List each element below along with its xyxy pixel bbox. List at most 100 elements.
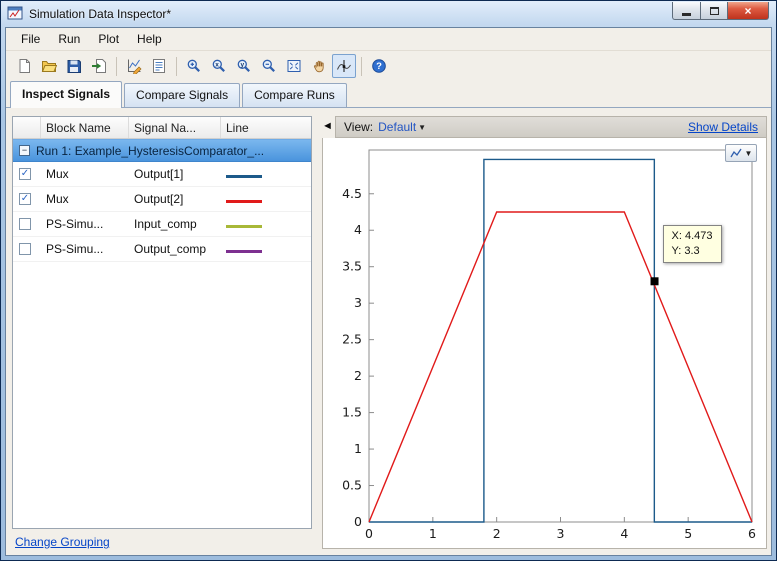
signal-name-cell: Output_comp: [134, 242, 207, 256]
collapse-expander-icon[interactable]: −: [19, 145, 30, 156]
svg-text:4: 4: [354, 222, 362, 237]
signal-plot[interactable]: 0 1 2 3 4 5 6 0 0.5 1 1.5 2 2.5 3 3.5 4 4.5: [323, 138, 766, 548]
open-button[interactable]: [37, 54, 61, 78]
chevron-down-icon: ▼: [744, 148, 753, 158]
menu-bar: File Run Plot Help: [6, 28, 771, 51]
svg-text:0: 0: [365, 526, 373, 541]
line-swatch[interactable]: [226, 175, 262, 178]
title-bar: Simulation Data Inspector* ×: [5, 1, 772, 27]
table-row[interactable]: ✓ Mux Output[2]: [13, 187, 311, 212]
tooltip-y-value: Y: 3.3: [671, 245, 700, 258]
line-swatch[interactable]: [226, 250, 262, 253]
report-button[interactable]: [147, 54, 171, 78]
signal-list-column: Block Name Signal Na... Line − Run 1: Ex…: [12, 116, 312, 549]
minimize-button[interactable]: [672, 2, 700, 20]
view-dropdown-value: Default: [378, 120, 417, 134]
menu-help[interactable]: Help: [128, 29, 171, 49]
line-swatch[interactable]: [226, 225, 262, 228]
window: Simulation Data Inspector* × File Run Plot…: [0, 0, 777, 561]
signal-checkbox[interactable]: [19, 218, 31, 230]
import-icon: [92, 59, 106, 73]
signal-name-cell: Output[1]: [134, 167, 184, 181]
view-label: View:: [344, 120, 374, 134]
tab-compare-runs[interactable]: Compare Runs: [242, 83, 347, 107]
svg-text:1: 1: [429, 526, 437, 541]
menu-plot[interactable]: Plot: [89, 29, 128, 49]
signal-rows: ✓ Mux Output[1] ✓ Mux Output[2] PS-Simu... Inpu…: [13, 162, 311, 262]
svg-text:2: 2: [354, 368, 362, 383]
maximize-button[interactable]: [700, 2, 727, 20]
svg-text:2.5: 2.5: [342, 332, 362, 347]
plot-type-button[interactable]: ▼: [725, 144, 757, 162]
data-cursor-button[interactable]: [332, 54, 356, 78]
svg-text:5: 5: [684, 526, 692, 541]
svg-text:4.5: 4.5: [342, 186, 362, 201]
signal-panel: Block Name Signal Na... Line − Run 1: Ex…: [12, 116, 312, 529]
signal-checkbox[interactable]: ✓: [19, 193, 31, 205]
fit-view-button[interactable]: [282, 54, 306, 78]
line-cell: [221, 217, 311, 231]
block-name-cell: PS-Simu...: [46, 217, 104, 231]
change-grouping-link[interactable]: Change Grouping: [15, 535, 110, 549]
line-swatch[interactable]: [226, 200, 262, 203]
toolbar: x y?: [6, 51, 771, 81]
help-button[interactable]: ?: [367, 54, 391, 78]
new-button[interactable]: [12, 54, 36, 78]
data-cursor-icon: [337, 60, 351, 72]
help-icon: ?: [372, 59, 386, 73]
save-icon: [67, 60, 81, 73]
block-name-cell: Mux: [46, 167, 69, 181]
menu-file[interactable]: File: [12, 29, 49, 49]
minimize-icon: [682, 12, 691, 16]
zoom-y-button[interactable]: y: [232, 54, 256, 78]
signal-name-cell: Input_comp: [134, 217, 197, 231]
run-row[interactable]: − Run 1: Example_HysteresisComparator_..…: [13, 139, 311, 162]
header-line[interactable]: Line: [221, 117, 311, 138]
svg-text:?: ?: [376, 61, 382, 72]
line-cell: [221, 167, 311, 181]
line-cell: [221, 192, 311, 206]
svg-text:3.5: 3.5: [342, 259, 362, 274]
svg-text:x: x: [215, 62, 219, 69]
tab-compare-signals[interactable]: Compare Signals: [124, 83, 241, 107]
svg-text:1.5: 1.5: [342, 405, 362, 420]
zoom-x-icon: x: [212, 59, 225, 72]
signal-checkbox[interactable]: ✓: [19, 168, 31, 180]
chart-area: 0 1 2 3 4 5 6 0 0.5 1 1.5 2 2.5 3 3.5 4 4.5 ▼ X: 4.473 Y…: [322, 138, 767, 549]
show-details-link[interactable]: Show Details: [688, 120, 758, 134]
toolbar-separator: [116, 56, 117, 76]
svg-text:0: 0: [354, 514, 362, 529]
view-dropdown[interactable]: Default ▼: [378, 120, 426, 134]
signal-checkbox[interactable]: [19, 243, 31, 255]
save-button[interactable]: [62, 54, 86, 78]
zoom-out-button[interactable]: [257, 54, 281, 78]
svg-text:y: y: [241, 62, 245, 69]
menu-run[interactable]: Run: [49, 29, 89, 49]
plot-edit-button[interactable]: [122, 54, 146, 78]
plot-column: ◄ View: Default ▼ Show Details 012345600…: [322, 116, 767, 549]
view-strip: View: Default ▼ Show Details: [335, 116, 767, 138]
svg-text:3: 3: [354, 295, 362, 310]
header-block-name[interactable]: Block Name: [41, 117, 129, 138]
report-icon: [153, 59, 165, 73]
chevron-down-icon: ▼: [418, 122, 427, 132]
pan-button[interactable]: [307, 54, 331, 78]
table-row[interactable]: PS-Simu... Output_comp: [13, 237, 311, 262]
zoom-in-button[interactable]: [182, 54, 206, 78]
tab-inspect-signals[interactable]: Inspect Signals: [10, 81, 123, 108]
close-button[interactable]: ×: [727, 2, 769, 20]
tooltip-x-value: X: 4.473: [671, 230, 713, 243]
svg-text:3: 3: [557, 526, 565, 541]
window-content: File Run Plot Help x y? Inspect Signals Compa…: [5, 27, 772, 556]
collapse-panel-icon[interactable]: ◄: [322, 121, 333, 132]
window-controls: ×: [672, 2, 769, 20]
zoom-x-button[interactable]: x: [207, 54, 231, 78]
tab-strip: Inspect Signals Compare Signals Compare Ru…: [6, 81, 771, 108]
table-row[interactable]: ✓ Mux Output[1]: [13, 162, 311, 187]
svg-text:2: 2: [493, 526, 501, 541]
table-row[interactable]: PS-Simu... Input_comp: [13, 212, 311, 237]
svg-text:0.5: 0.5: [342, 478, 362, 493]
import-button[interactable]: [87, 54, 111, 78]
header-signal-name[interactable]: Signal Na...: [129, 117, 221, 138]
app-icon: [7, 5, 23, 24]
